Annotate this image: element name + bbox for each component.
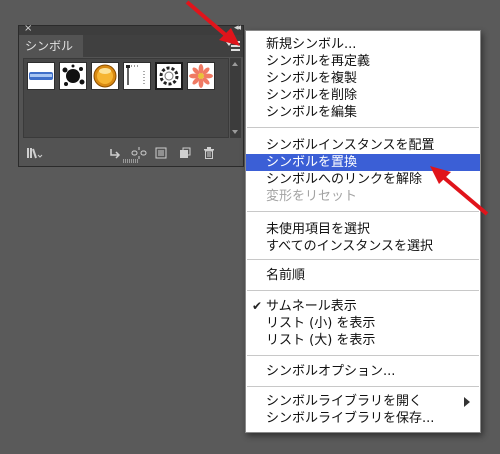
brush-stroke-swatch[interactable] bbox=[27, 62, 55, 90]
menu-item-delete-symbol[interactable]: シンボルを削除 bbox=[246, 87, 480, 104]
menu-separator bbox=[247, 386, 479, 387]
checkmark-icon: ✔ bbox=[252, 299, 263, 313]
menu-item-redefine-symbol[interactable]: シンボルを再定義 bbox=[246, 53, 480, 70]
menu-item-large-list-view[interactable]: リスト (大) を表示 bbox=[246, 332, 480, 349]
menu-item-label: サムネール表示 bbox=[266, 299, 357, 314]
orange-ball-swatch[interactable] bbox=[91, 62, 119, 90]
menu-item-sort-by-name[interactable]: 名前順 bbox=[246, 267, 480, 284]
flower-swatch[interactable] bbox=[187, 62, 215, 90]
menu-item-edit-symbol[interactable]: シンボルを編集 bbox=[246, 104, 480, 121]
menu-item-label: シンボルライブラリを開く bbox=[266, 394, 423, 409]
menu-item-save-library[interactable]: シンボルライブラリを保存... bbox=[246, 410, 480, 427]
panel-scrollbar[interactable] bbox=[230, 58, 241, 138]
menu-item-select-all-instances[interactable]: すべてのインスタンスを選択 bbox=[246, 238, 480, 255]
ring-swatch[interactable] bbox=[155, 62, 183, 90]
break-link-icon[interactable] bbox=[131, 144, 147, 159]
menu-item-symbol-options[interactable]: シンボルオプション... bbox=[246, 363, 480, 380]
tab-symbols[interactable]: シンボル bbox=[19, 35, 83, 57]
menu-separator bbox=[247, 290, 479, 291]
symbol-library-icon[interactable] bbox=[27, 144, 43, 159]
new-symbol-icon[interactable] bbox=[179, 144, 191, 158]
menu-item-thumbnail-view[interactable]: ✔ サムネール表示 bbox=[246, 298, 480, 315]
menu-item-duplicate-symbol[interactable]: シンボルを複製 bbox=[246, 70, 480, 87]
collapse-icon[interactable]: ◂◂ bbox=[234, 23, 241, 33]
symbol-options-icon[interactable] bbox=[155, 144, 167, 159]
menu-item-place-instance[interactable]: シンボルインスタンスを配置 bbox=[246, 137, 480, 154]
menu-item-open-library[interactable]: シンボルライブラリを開く bbox=[246, 393, 480, 410]
splat-swatch[interactable] bbox=[59, 62, 87, 90]
scroll-down-icon[interactable] bbox=[232, 130, 238, 134]
menu-item-new-symbol[interactable]: 新規シンボル... bbox=[246, 36, 480, 53]
close-icon[interactable]: × bbox=[24, 23, 32, 34]
menu-item-break-link[interactable]: シンボルへのリンクを解除 bbox=[246, 171, 480, 188]
menu-item-small-list-view[interactable]: リスト (小) を表示 bbox=[246, 315, 480, 332]
symbols-panel: × ◂◂ シンボル bbox=[18, 23, 244, 167]
menu-separator bbox=[247, 259, 479, 260]
resize-grip[interactable] bbox=[123, 159, 139, 163]
panel-menu-icon[interactable] bbox=[225, 38, 241, 54]
menu-item-select-unused[interactable]: 未使用項目を選択 bbox=[246, 221, 480, 238]
menu-item-reset-transform: 変形をリセット bbox=[266, 189, 358, 204]
scroll-up-icon[interactable] bbox=[232, 62, 238, 66]
place-symbol-icon[interactable] bbox=[109, 144, 121, 159]
symbol-thumbnails bbox=[23, 58, 229, 138]
submenu-arrow-icon bbox=[464, 397, 470, 407]
menu-separator bbox=[247, 127, 479, 128]
delete-icon[interactable] bbox=[203, 144, 215, 159]
menu-item-replace-symbol[interactable]: シンボルを置換 bbox=[246, 154, 480, 171]
panel-flyout-menu: 新規シンボル... シンボルを再定義 シンボルを複製 シンボルを削除 シンボルを… bbox=[245, 30, 481, 433]
menu-separator bbox=[247, 355, 479, 356]
panel-title-bar[interactable]: × ◂◂ bbox=[19, 23, 243, 35]
menu-separator bbox=[247, 211, 479, 212]
dotted-frame-swatch[interactable] bbox=[123, 62, 151, 90]
panel-tab-row: シンボル bbox=[19, 35, 243, 57]
